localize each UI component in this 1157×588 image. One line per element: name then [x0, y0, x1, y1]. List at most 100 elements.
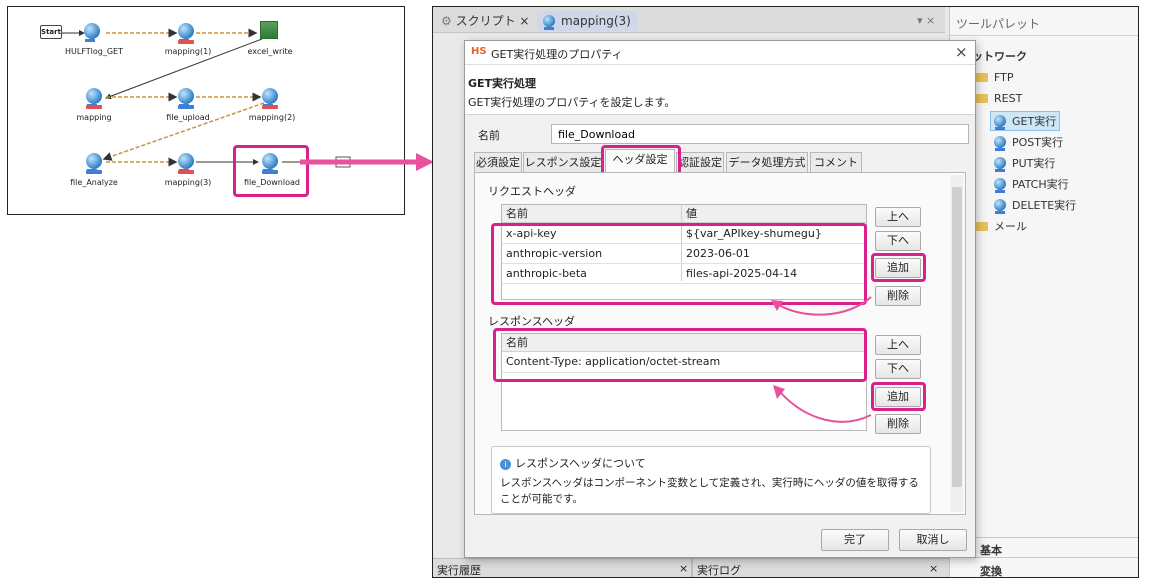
rest-icon	[994, 178, 1006, 193]
palette-item-post[interactable]: POST実行	[994, 134, 1063, 151]
dialog-header: GET実行処理 GET実行処理のプロパティを設定します。	[465, 65, 975, 115]
tab-headers[interactable]: ヘッダ設定	[605, 149, 675, 173]
close-icon[interactable]: ×	[955, 43, 968, 61]
palette-item-patch[interactable]: PATCH実行	[994, 176, 1069, 193]
request-down-button[interactable]: 下へ	[875, 231, 921, 251]
rest-icon[interactable]	[86, 153, 106, 172]
close-icon[interactable]: ×	[679, 562, 688, 575]
tab-auth[interactable]: 認証設定	[676, 152, 724, 173]
response-header-label: レスポンスヘッダ	[488, 315, 576, 328]
hs-logo: HS	[471, 46, 487, 57]
tab-response[interactable]: レスポンス設定	[523, 152, 603, 173]
flow-canvas: Start HULFTlog_GET mapping(1) excel_writ…	[7, 6, 405, 215]
request-delete-button[interactable]: 削除	[875, 286, 921, 306]
palette-folder-ftp[interactable]: FTP	[976, 71, 1014, 84]
dialog-heading: GET実行処理	[468, 77, 537, 90]
cancel-button[interactable]: 取消し	[899, 529, 967, 551]
request-up-button[interactable]: 上へ	[875, 207, 921, 227]
mapping-tag	[262, 105, 278, 109]
dialog-titlebar: HS GET実行処理のプロパティ ×	[465, 41, 975, 65]
close-icon[interactable]: ×	[929, 562, 938, 575]
col-name-header: 名前	[506, 207, 528, 220]
request-row-name[interactable]: anthropic-beta	[506, 264, 587, 284]
request-header-label: リクエストヘッダ	[488, 185, 576, 198]
properties-dialog: HS GET実行処理のプロパティ × GET実行処理 GET実行処理のプロパティ…	[464, 40, 976, 558]
palette-category-basic[interactable]: 基本	[980, 542, 1002, 558]
col-name-header: 名前	[506, 336, 528, 349]
rest-tag	[262, 170, 278, 174]
bottom-tab-bar: 実行履歴 × 実行ログ ×	[433, 558, 949, 577]
tab-exec-log[interactable]: 実行ログ ×	[697, 562, 938, 577]
request-row-name[interactable]: x-api-key	[506, 224, 556, 244]
rest-tag	[178, 105, 194, 109]
dialog-title: GET実行処理のプロパティ	[491, 48, 623, 61]
folder-icon	[976, 222, 988, 231]
info-box: i レスポンスヘッダについて レスポンスヘッダはコンポーネント変数として定義され、…	[491, 446, 931, 514]
name-label: 名前	[478, 129, 500, 142]
col-value-header: 値	[686, 207, 697, 220]
mapping-icon[interactable]	[178, 153, 198, 172]
request-add-button[interactable]: 追加	[875, 258, 921, 278]
curved-arrow-request	[771, 296, 872, 316]
tab-required[interactable]: 必須設定	[474, 152, 522, 173]
response-row-name[interactable]: Content-Type: application/octet-stream	[506, 352, 720, 372]
tab-mapping3[interactable]: mapping(3)	[537, 11, 637, 31]
tab-script[interactable]: ⚙ スクリプト ×	[441, 11, 529, 31]
request-row-name[interactable]: anthropic-version	[506, 244, 602, 264]
name-field[interactable]	[551, 124, 969, 144]
node-label: file_Download	[244, 178, 300, 187]
node-label: file_upload	[166, 113, 210, 122]
request-row-value[interactable]: ${var_APIkey-shumegu}	[686, 224, 822, 244]
close-icon[interactable]: ×	[519, 14, 529, 28]
rest-icon	[994, 136, 1006, 151]
request-row-value[interactable]: 2023-06-01	[686, 244, 750, 264]
rest-icon	[994, 115, 1006, 130]
palette-section: ットワーク	[972, 50, 1027, 63]
editor-tab-bar: ⚙ スクリプト × mapping(3) ▾ ×	[433, 7, 945, 33]
mapping-icon	[543, 15, 555, 30]
tool-palette: ツールパレット ットワーク FTP REST GET実行 POST実行 PUT実…	[949, 7, 1138, 577]
ok-button[interactable]: 完了	[821, 529, 889, 551]
palette-item-put[interactable]: PUT実行	[994, 155, 1055, 172]
start-node[interactable]: Start	[40, 25, 62, 39]
node-label: HULFTlog_GET	[64, 47, 123, 56]
curved-arrow-response	[773, 385, 872, 423]
dialog-description: GET実行処理のプロパティを設定します。	[468, 96, 676, 109]
node-label: mapping(2)	[248, 113, 296, 122]
palette-folder-mail[interactable]: メール	[976, 218, 1027, 234]
rest-icon[interactable]	[178, 88, 198, 107]
response-down-button[interactable]: 下へ	[875, 359, 921, 379]
mapping-icon[interactable]	[262, 88, 282, 107]
response-add-button[interactable]: 追加	[875, 387, 921, 407]
rest-tag	[86, 170, 102, 174]
excel-icon[interactable]	[260, 21, 278, 39]
tab-controls[interactable]: ▾ ×	[917, 11, 935, 31]
node-label: mapping(3)	[164, 178, 212, 187]
mapping-tag	[178, 170, 194, 174]
palette-folder-rest[interactable]: REST	[976, 92, 1022, 105]
palette-item-get[interactable]: GET実行	[990, 111, 1061, 131]
rest-get-icon[interactable]	[262, 153, 282, 172]
folder-icon	[976, 73, 988, 82]
palette-category-convert[interactable]: 変換	[980, 563, 1002, 577]
tab-data-processing[interactable]: データ処理方式	[726, 152, 808, 173]
request-row-value[interactable]: files-api-2025-04-14	[686, 264, 797, 284]
mapping-icon[interactable]	[86, 88, 106, 107]
tab-comment[interactable]: コメント	[810, 152, 862, 173]
tab-exec-history[interactable]: 実行履歴 ×	[437, 562, 688, 577]
request-header-table: 名前 値 x-api-key ${var_APIkey-shumegu} ant…	[501, 204, 867, 300]
folder-icon	[976, 94, 988, 103]
response-up-button[interactable]: 上へ	[875, 335, 921, 355]
info-body: レスポンスヘッダはコンポーネント変数として定義され、実行時にヘッダの値を取得する…	[500, 477, 919, 505]
node-label: mapping(1)	[164, 47, 212, 56]
palette-item-delete[interactable]: DELETE実行	[994, 197, 1076, 214]
info-icon: i	[500, 459, 511, 470]
rest-icon	[994, 157, 1006, 172]
response-delete-button[interactable]: 削除	[875, 414, 921, 434]
panel-scrollbar[interactable]	[951, 175, 963, 512]
scrollbar-thumb[interactable]	[952, 187, 962, 487]
node-label: excel_write	[247, 47, 293, 56]
rest-get-icon[interactable]	[84, 23, 104, 42]
mapping-icon[interactable]	[178, 23, 198, 42]
mapping-tag	[178, 40, 194, 44]
